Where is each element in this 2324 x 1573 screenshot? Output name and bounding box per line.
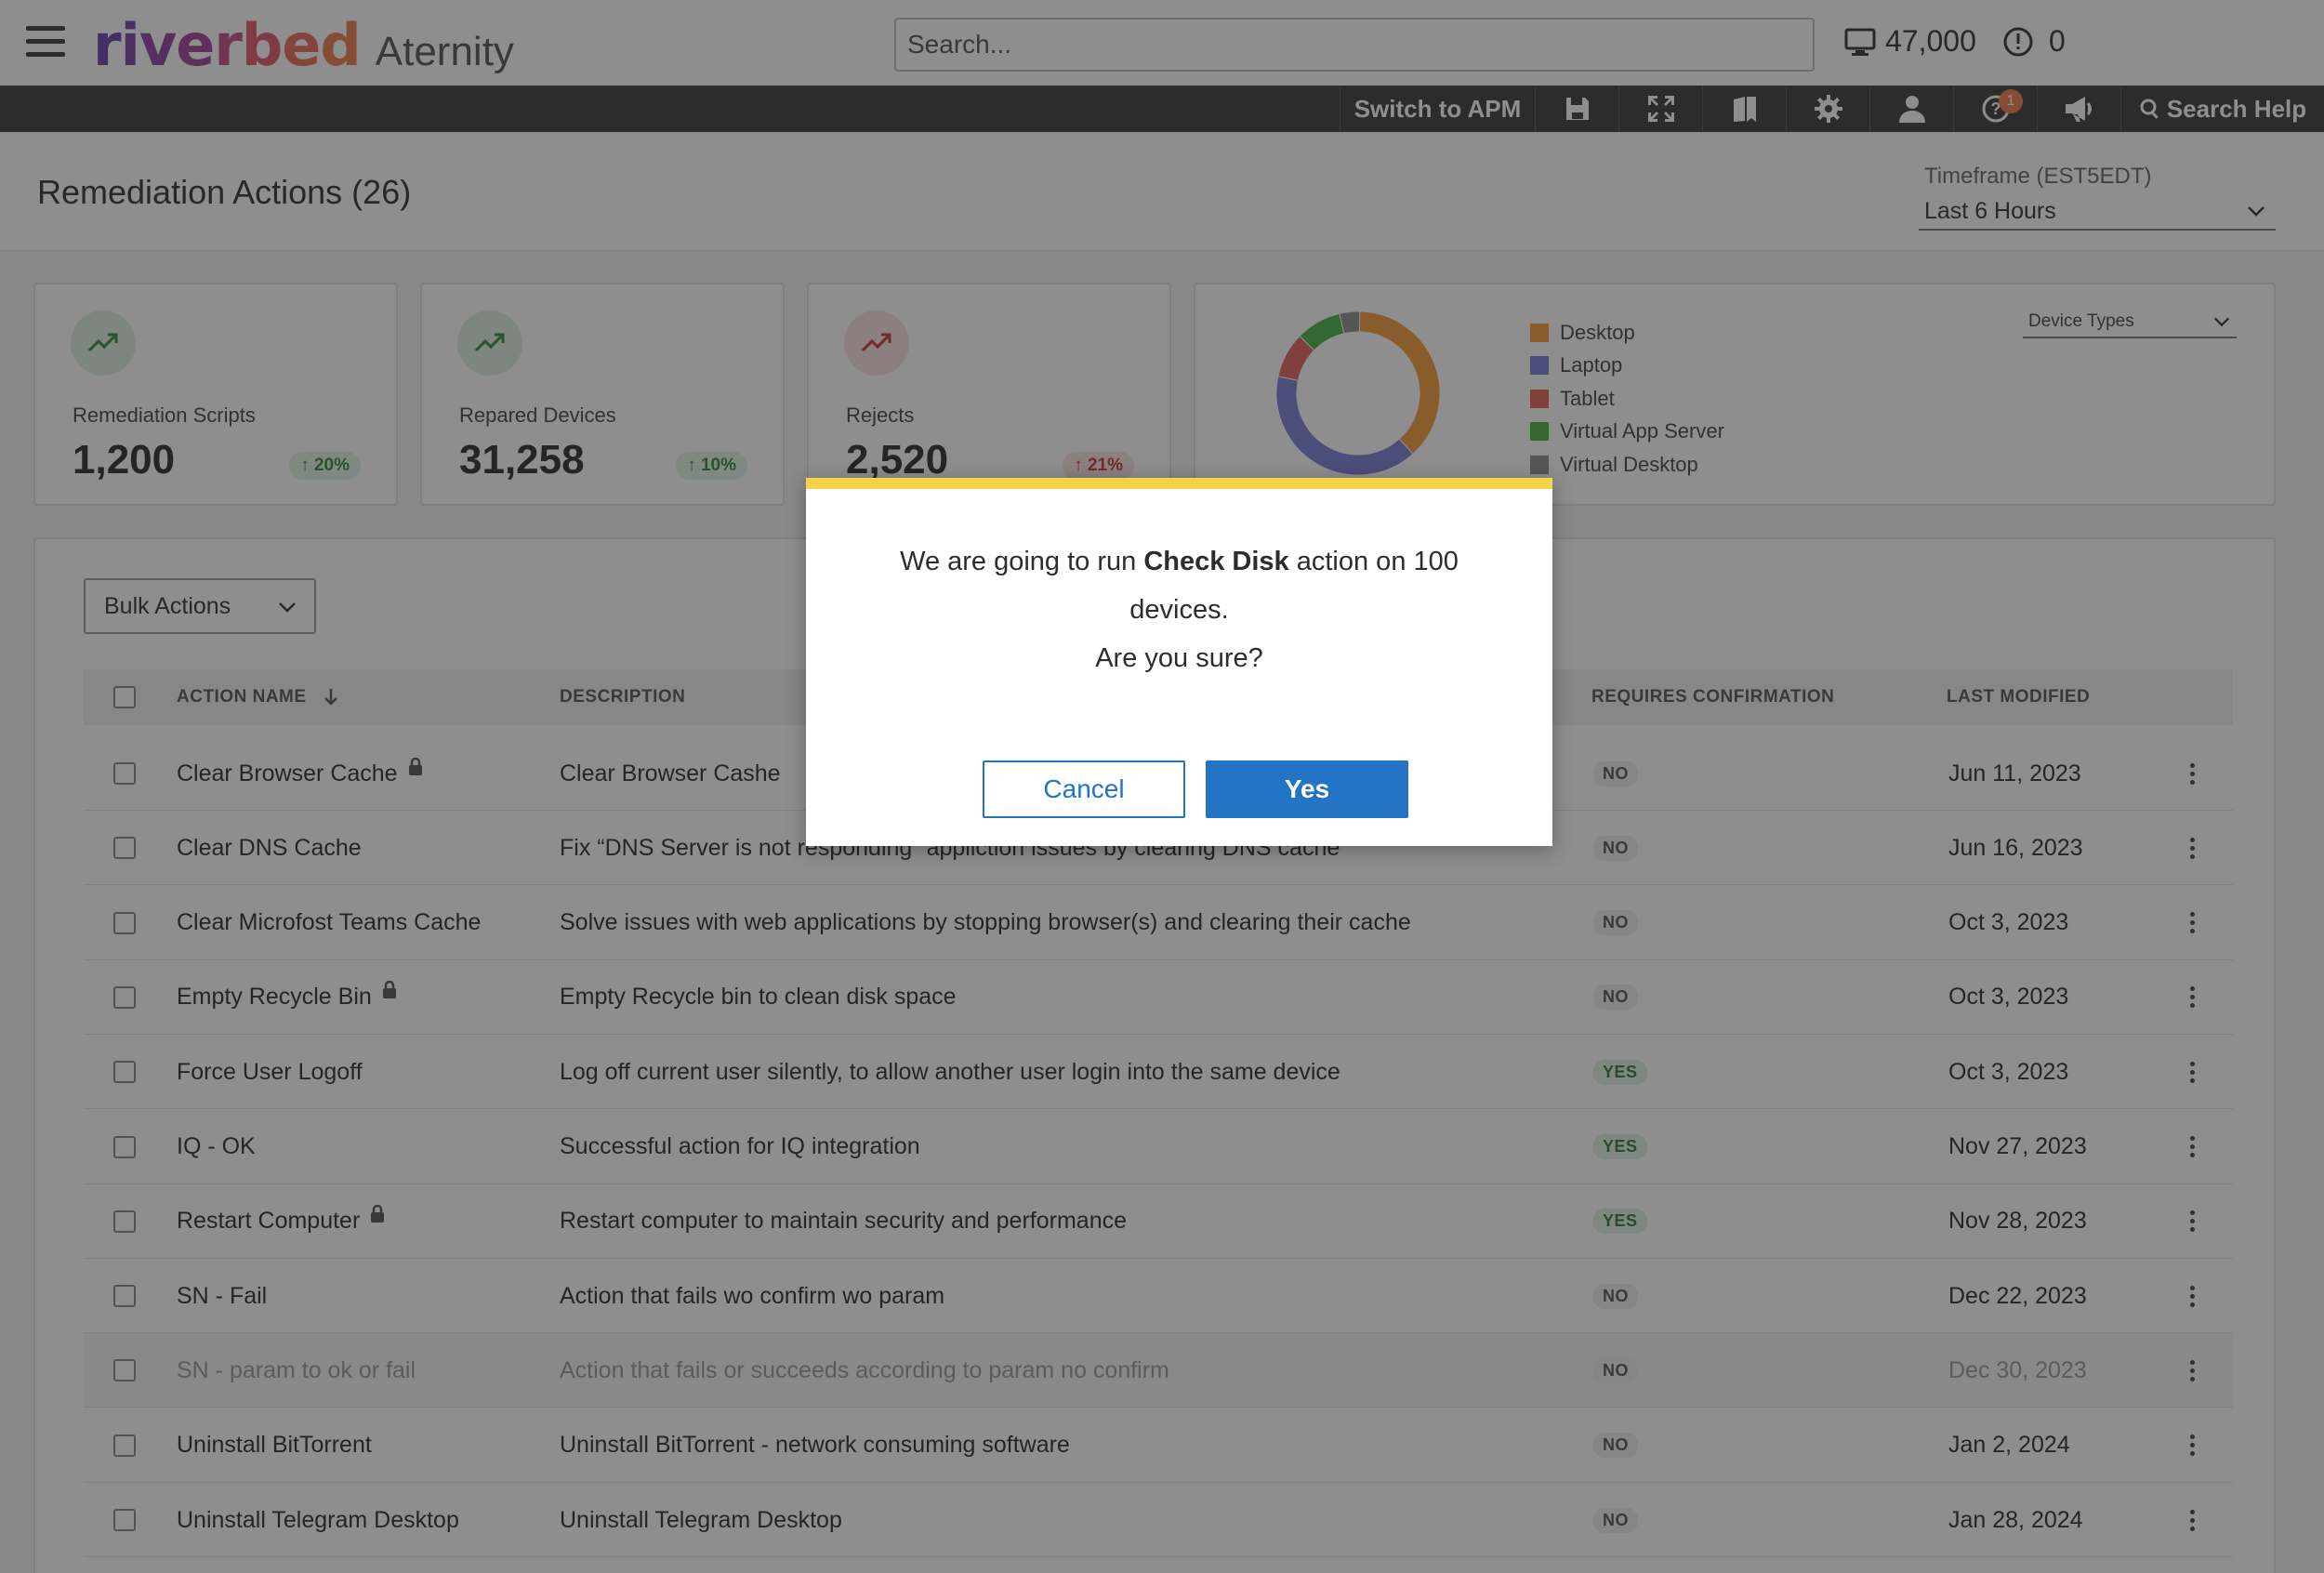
cancel-button[interactable]: Cancel [983, 760, 1185, 818]
dialog-message-prefix: We are going to run [900, 547, 1144, 576]
yes-button[interactable]: Yes [1206, 760, 1408, 818]
dialog-question: Are you sure? [1095, 643, 1263, 673]
confirm-dialog: We are going to run Check Disk action on… [806, 478, 1552, 846]
dialog-message: We are going to run Check Disk action on… [806, 537, 1552, 682]
dialog-action-name: Check Disk [1143, 547, 1289, 576]
dialog-message-line: We are going to run Check Disk action on… [806, 537, 1552, 634]
